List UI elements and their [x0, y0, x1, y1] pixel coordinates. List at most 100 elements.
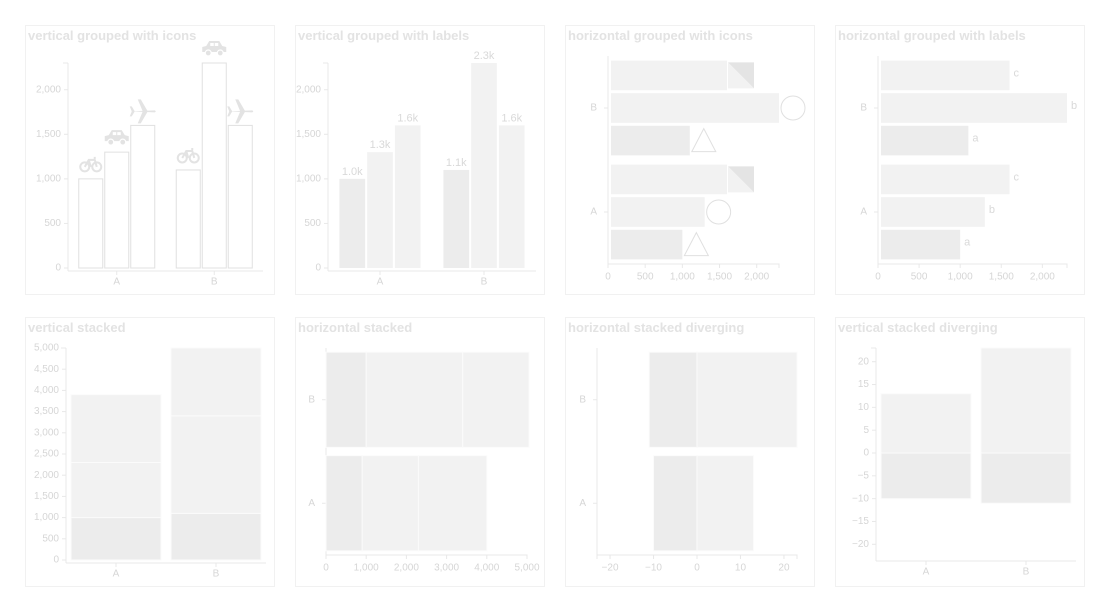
bar-data-label: a: [972, 132, 979, 144]
x-tick-label: A: [113, 277, 120, 288]
triangle-shape: [690, 127, 717, 153]
car-wheel: [204, 49, 212, 57]
stacked-bar-segment: [70, 461, 162, 519]
y-tick-label: −15: [852, 516, 869, 527]
x-tick-label: B: [211, 277, 218, 288]
bicycle-icon: [176, 147, 200, 164]
bar: [130, 124, 156, 269]
airplane-tail: [129, 106, 135, 117]
x-tick-label: 2,000: [744, 272, 769, 283]
chart-svg: 0 500 1,000 1,500 2,000 A B: [36, 41, 263, 288]
chart-panel-vertical-grouped-icons: vertical grouped with icons 0 500 1,000 1,5…: [25, 25, 275, 295]
stacked-bar-segment: [170, 512, 262, 561]
bar: [471, 63, 497, 268]
car-window: [112, 132, 117, 136]
chart-svg: 0 500 1,000 1,500 2,000 2,500 3,000 3,500 4,000 4…: [34, 343, 266, 580]
corner-triangle-icon: [727, 62, 754, 89]
chart-panel-horizontal-stacked-diverging: horizontal stacked diverging −20 −10 0 10 20…: [565, 317, 815, 587]
bar: [443, 169, 470, 268]
y-tick-label: 5,000: [34, 343, 59, 354]
y-tick-label: 1,000: [36, 174, 61, 185]
bar-data-label: c: [1013, 67, 1019, 79]
y-tick-label: 0: [863, 448, 869, 459]
chart-svg: 0 500 1,000 1,500 2,000 A B 1.0k 1.3k 1.6k 1.1k 2.3…: [296, 50, 536, 288]
stacked-bar-segment: [70, 394, 162, 463]
bar: [175, 169, 201, 269]
bar-data-label: b: [1071, 100, 1077, 112]
triangle-icon: [690, 127, 717, 153]
y-tick-label: 0: [55, 263, 61, 274]
bar: [611, 229, 683, 260]
x-tick-label: A: [377, 277, 384, 288]
diverging-bar-segment: [980, 347, 1072, 454]
bar: [881, 197, 985, 227]
y-tick-label: 2,000: [296, 84, 321, 95]
x-tick-label: B: [213, 569, 220, 580]
airplane-icon: [227, 99, 254, 124]
stacked-bar-segment: [365, 351, 464, 448]
car-window: [117, 132, 121, 136]
stacked-bar-segment: [417, 455, 488, 552]
y-tick-label: 15: [858, 379, 870, 390]
bar-data-label: 2.3k: [474, 50, 495, 62]
y-tick-label: B: [308, 394, 315, 405]
y-tick-label: 1,500: [34, 491, 59, 502]
bar-data-label: b: [989, 204, 995, 216]
bar: [498, 125, 525, 269]
x-tick-label: 5,000: [514, 563, 539, 574]
triangle-shape: [683, 231, 710, 257]
x-tick-label: 500: [637, 272, 654, 283]
diverging-bar-segment: [648, 351, 698, 448]
chart-panel-horizontal-grouped-labels: horizontal grouped with labels 0 500 1,000…: [835, 25, 1085, 295]
bar: [611, 197, 705, 227]
car-wheel: [119, 138, 127, 146]
x-tick-label: 3,000: [434, 563, 459, 574]
car-icon: [104, 130, 129, 146]
y-tick-label: B: [579, 394, 586, 405]
y-tick-label: 4,000: [34, 385, 59, 396]
x-tick-label: 0: [694, 563, 700, 574]
x-tick-label: 1,500: [707, 272, 732, 283]
bar: [611, 164, 727, 195]
y-tick-label: B: [590, 103, 597, 114]
x-tick-label: 2,000: [1030, 272, 1055, 283]
stacked-bar-segment: [361, 455, 419, 552]
car-window: [214, 43, 219, 46]
x-tick-label: B: [481, 277, 488, 288]
y-tick-label: A: [860, 207, 867, 218]
stacked-bar-segment: [462, 351, 530, 448]
bar: [394, 125, 421, 269]
y-tick-label: −5: [858, 470, 870, 481]
diverging-bar-segment: [696, 455, 755, 552]
stacked-bar-segment: [325, 351, 367, 448]
y-tick-label: 5: [863, 425, 869, 436]
x-tick-label: 1,000: [670, 272, 695, 283]
bar: [201, 62, 227, 269]
x-tick-label: 10: [735, 563, 747, 574]
diverging-bar-segment: [880, 452, 972, 500]
x-tick-label: 1,500: [989, 272, 1014, 283]
chart-panel-vertical-grouped-labels: vertical grouped with labels 0 500 1,000 1,…: [295, 25, 545, 295]
bar-data-label: c: [1013, 171, 1019, 183]
y-tick-label: −20: [852, 539, 869, 550]
bar: [611, 125, 690, 156]
y-tick-label: 0: [315, 263, 321, 274]
chart-svg: 0 500 1,000 1,500 2,000 A Ba b c a b c: [860, 56, 1077, 283]
bar: [227, 124, 253, 269]
car-wheel: [216, 49, 224, 57]
y-tick-label: 500: [304, 218, 321, 229]
bar-data-label: 1.6k: [501, 112, 522, 124]
airplane-icon: [129, 99, 156, 124]
y-tick-label: 2,000: [36, 84, 61, 95]
bar: [611, 93, 779, 123]
stacked-bar-segment: [170, 347, 262, 417]
circle-shape: [780, 95, 806, 121]
x-tick-label: 1,000: [354, 563, 379, 574]
y-tick-label: 1,500: [36, 129, 61, 140]
triangle-icon: [683, 231, 710, 257]
y-tick-label: 500: [44, 218, 61, 229]
bar-data-label: 1.6k: [397, 112, 418, 124]
y-tick-label: B: [860, 103, 867, 114]
chart-svg: 0 500 1,000 1,500 2,000 A B: [590, 56, 806, 283]
x-tick-label: 4,000: [474, 563, 499, 574]
